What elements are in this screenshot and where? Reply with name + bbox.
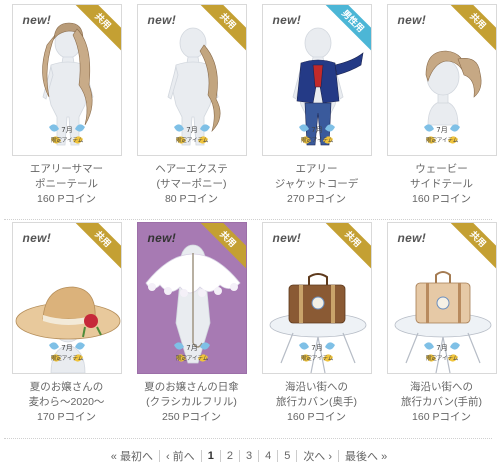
item-name-line2: 旅行カバン(手前) bbox=[400, 396, 483, 408]
new-badge: new! bbox=[272, 13, 302, 27]
item-name-line1: 夏のお嬢さんの日傘 bbox=[144, 381, 239, 393]
item-thumbnail[interactable]: new! 共用 7月 限定アイテム bbox=[136, 4, 247, 156]
item-name[interactable]: 夏のお嬢さんの 麦わら～2020～ bbox=[4, 380, 129, 410]
limited-month: 7月 bbox=[436, 126, 447, 134]
limited-item-badge: 7月 限定アイテム bbox=[45, 121, 89, 149]
row-divider bbox=[4, 219, 492, 220]
item-name-line2: 旅行カバン(奥手) bbox=[275, 396, 358, 408]
new-badge: new! bbox=[397, 13, 427, 27]
item-card[interactable]: new! 共用 7月 限定アイテム エアリーサマー ポニーテール 160 Pコイ… bbox=[4, 4, 129, 220]
item-thumbnail[interactable]: new! 共用 7月 限定アイテム bbox=[136, 222, 247, 374]
item-thumbnail[interactable]: new! 共用 7月 限定アイテム bbox=[11, 4, 122, 156]
limited-month: 7月 bbox=[311, 126, 322, 134]
limited-text: 限定アイテム bbox=[300, 354, 333, 362]
pager-page-4[interactable]: 4 bbox=[259, 450, 277, 462]
limited-item-badge: 7月 限定アイテム bbox=[45, 339, 89, 367]
pager-next[interactable]: 次へ › bbox=[297, 448, 338, 464]
limited-month: 7月 bbox=[311, 344, 322, 352]
item-name[interactable]: ウェービー サイドテール bbox=[379, 162, 498, 192]
item-name-line2: 麦わら～2020～ bbox=[28, 396, 105, 408]
item-name-line2: (サマーポニー) bbox=[156, 178, 227, 190]
new-badge: new! bbox=[272, 231, 302, 245]
item-grid: new! 共用 7月 限定アイテム エアリーサマー ポニーテール 160 Pコイ… bbox=[4, 4, 498, 438]
limited-month: 7月 bbox=[186, 126, 197, 134]
item-price: 160 Pコイン bbox=[287, 411, 346, 423]
item-card[interactable]: new! 男性用 7月 限定アイテム エアリー ジャケットコーデ 270 Pコイ… bbox=[254, 4, 379, 220]
pagination: « 最初へ ‹ 前へ 1 2 3 4 5 次へ › 最後へ » bbox=[0, 448, 498, 464]
limited-month: 7月 bbox=[61, 344, 72, 352]
limited-item-badge: 7月 限定アイテム bbox=[295, 339, 339, 367]
item-name-line1: 海沿い街への bbox=[410, 381, 473, 393]
row-divider bbox=[4, 438, 492, 439]
limited-text: 限定アイテム bbox=[300, 136, 333, 144]
item-card[interactable]: new! 共用 7月 限定アイテム 夏のお嬢さんの日傘 (クラシカルフリル) 2… bbox=[129, 222, 254, 438]
limited-item-badge: 7月 限定アイテム bbox=[295, 121, 339, 149]
item-thumbnail[interactable]: new! 共用 7月 限定アイテム bbox=[386, 222, 497, 374]
item-price: 250 Pコイン bbox=[162, 411, 221, 423]
pager-prev[interactable]: ‹ 前へ bbox=[160, 448, 201, 464]
pager-page-1: 1 bbox=[207, 450, 214, 462]
item-price: 160 Pコイン bbox=[412, 411, 471, 423]
item-thumbnail[interactable]: new! 共用 7月 限定アイテム bbox=[11, 222, 122, 374]
limited-text: 限定アイテム bbox=[425, 354, 458, 362]
limited-month: 7月 bbox=[61, 126, 72, 134]
limited-item-badge: 7月 限定アイテム bbox=[170, 121, 214, 149]
limited-text: 限定アイテム bbox=[425, 136, 458, 144]
item-name[interactable]: 海沿い街への 旅行カバン(奥手) bbox=[254, 380, 379, 410]
item-price: 80 Pコイン bbox=[164, 193, 219, 205]
pager-page-3[interactable]: 3 bbox=[240, 450, 258, 462]
item-name-line2: サイドテール bbox=[410, 178, 473, 190]
new-badge: new! bbox=[147, 13, 177, 27]
item-name-line1: エアリー bbox=[295, 163, 338, 175]
item-card[interactable]: new! 共用 7月 限定アイテム 海沿い街への 旅行カバン(手前) 160 P… bbox=[379, 222, 498, 438]
pager-page-2[interactable]: 2 bbox=[221, 450, 239, 462]
limited-text: 限定アイテム bbox=[50, 354, 83, 362]
item-price: 160 Pコイン bbox=[412, 193, 471, 205]
limited-item-badge: 7月 限定アイテム bbox=[420, 339, 464, 367]
pager-first[interactable]: « 最初へ bbox=[105, 448, 159, 464]
item-price: 160 Pコイン bbox=[37, 193, 96, 205]
item-card[interactable]: new! 共用 7月 限定アイテム ウェービー サイドテール 160 Pコイン bbox=[379, 4, 498, 220]
item-card[interactable]: new! 共用 7月 限定アイテム 夏のお嬢さんの 麦わら～2020～ 170 … bbox=[4, 222, 129, 438]
item-price: 270 Pコイン bbox=[287, 193, 346, 205]
item-price: 170 Pコイン bbox=[37, 411, 96, 423]
new-badge: new! bbox=[397, 231, 427, 245]
item-name-line1: ヘアーエクステ bbox=[155, 163, 228, 175]
item-name-line1: 海沿い街への bbox=[285, 381, 348, 393]
item-thumbnail[interactable]: new! 男性用 7月 限定アイテム bbox=[261, 4, 372, 156]
item-name[interactable]: ヘアーエクステ (サマーポニー) bbox=[129, 162, 254, 192]
item-name-line1: エアリーサマー bbox=[29, 163, 104, 175]
new-badge: new! bbox=[22, 231, 52, 245]
limited-item-badge: 7月 限定アイテム bbox=[420, 121, 464, 149]
item-name[interactable]: エアリー ジャケットコーデ bbox=[254, 162, 379, 192]
item-thumbnail[interactable]: new! 共用 7月 限定アイテム bbox=[261, 222, 372, 374]
limited-text: 限定アイテム bbox=[50, 136, 83, 144]
item-name-line2: ポニーテール bbox=[35, 178, 98, 190]
pager-last[interactable]: 最後へ » bbox=[339, 448, 393, 464]
item-card[interactable]: new! 共用 7月 限定アイテム 海沿い街への 旅行カバン(奥手) 160 P… bbox=[254, 222, 379, 438]
new-badge: new! bbox=[22, 13, 52, 27]
item-name[interactable]: エアリーサマー ポニーテール bbox=[4, 162, 129, 192]
limited-item-badge: 7月 限定アイテム bbox=[170, 339, 214, 367]
item-thumbnail[interactable]: new! 共用 7月 限定アイテム bbox=[386, 4, 497, 156]
item-name-line1: ウェービー bbox=[415, 163, 468, 175]
new-badge: new! bbox=[147, 231, 177, 245]
item-row-1: new! 共用 7月 限定アイテム エアリーサマー ポニーテール 160 Pコイ… bbox=[4, 4, 498, 220]
item-name-line2: ジャケットコーデ bbox=[274, 178, 359, 190]
limited-text: 限定アイテム bbox=[175, 354, 208, 362]
item-name[interactable]: 夏のお嬢さんの日傘 (クラシカルフリル) bbox=[129, 380, 254, 410]
limited-month: 7月 bbox=[436, 344, 447, 352]
item-name[interactable]: 海沿い街への 旅行カバン(手前) bbox=[379, 380, 498, 410]
limited-text: 限定アイテム bbox=[175, 136, 208, 144]
item-name-line1: 夏のお嬢さんの bbox=[29, 381, 104, 393]
limited-month: 7月 bbox=[186, 344, 197, 352]
pager-page-5[interactable]: 5 bbox=[278, 450, 296, 462]
item-name-line2: (クラシカルフリル) bbox=[146, 396, 237, 408]
item-card[interactable]: new! 共用 7月 限定アイテム ヘアーエクステ (サマーポニー) 80 Pコ… bbox=[129, 4, 254, 220]
item-row-2: new! 共用 7月 限定アイテム 夏のお嬢さんの 麦わら～2020～ 170 … bbox=[4, 222, 498, 438]
